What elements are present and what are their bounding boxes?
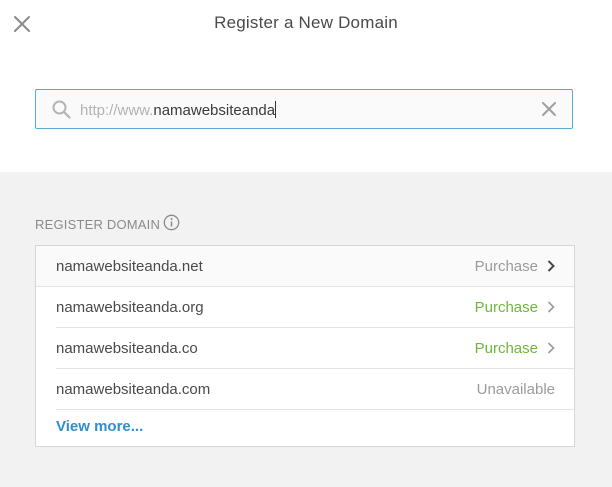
dialog-header: Register a New Domain http://www.namaweb… [0, 0, 612, 173]
purchase-label: Purchase [474, 258, 538, 275]
domain-name: namawebsiteanda.org [56, 299, 204, 316]
purchase-button[interactable]: Purchase [475, 299, 555, 316]
purchase-label: Purchase [474, 340, 538, 357]
purchase-button[interactable]: Purchase [475, 258, 555, 275]
chevron-right-icon [547, 342, 555, 354]
domain-row[interactable]: namawebsiteanda.net Purchase [36, 246, 574, 287]
dialog-title: Register a New Domain [214, 13, 398, 32]
domain-name: namawebsiteanda.net [56, 258, 203, 275]
search-icon [52, 100, 71, 119]
register-domain-dialog: Register a New Domain http://www.namaweb… [0, 0, 612, 487]
purchase-label: Purchase [474, 299, 538, 316]
search-field-text[interactable]: http://www.namawebsiteanda [80, 101, 277, 119]
purchase-button[interactable]: Purchase [475, 340, 555, 357]
section-label: REGISTER DOMAIN [35, 217, 161, 232]
search-url-prefix: http://www. [80, 102, 154, 119]
clear-icon[interactable] [542, 102, 556, 116]
unavailable-label: Unavailable [476, 381, 555, 398]
results-panel: REGISTER DOMAIN namawebsiteanda.net Purc… [0, 172, 612, 487]
text-caret [275, 101, 277, 118]
domain-row[interactable]: namawebsiteanda.co Purchase [56, 328, 574, 369]
search-value[interactable]: namawebsiteanda [153, 102, 275, 119]
chevron-right-icon [547, 260, 555, 272]
view-more-link[interactable]: View more... [56, 418, 143, 435]
domain-row: namawebsiteanda.com Unavailable [56, 369, 574, 410]
domain-name: namawebsiteanda.com [56, 381, 211, 398]
domain-name: namawebsiteanda.co [56, 340, 198, 357]
domain-row[interactable]: namawebsiteanda.org Purchase [56, 287, 574, 328]
info-icon[interactable] [163, 214, 180, 231]
chevron-right-icon [547, 301, 555, 313]
domain-list: namawebsiteanda.net Purchase namawebsite… [35, 245, 575, 447]
domain-search-input[interactable]: http://www.namawebsiteanda [35, 89, 573, 129]
